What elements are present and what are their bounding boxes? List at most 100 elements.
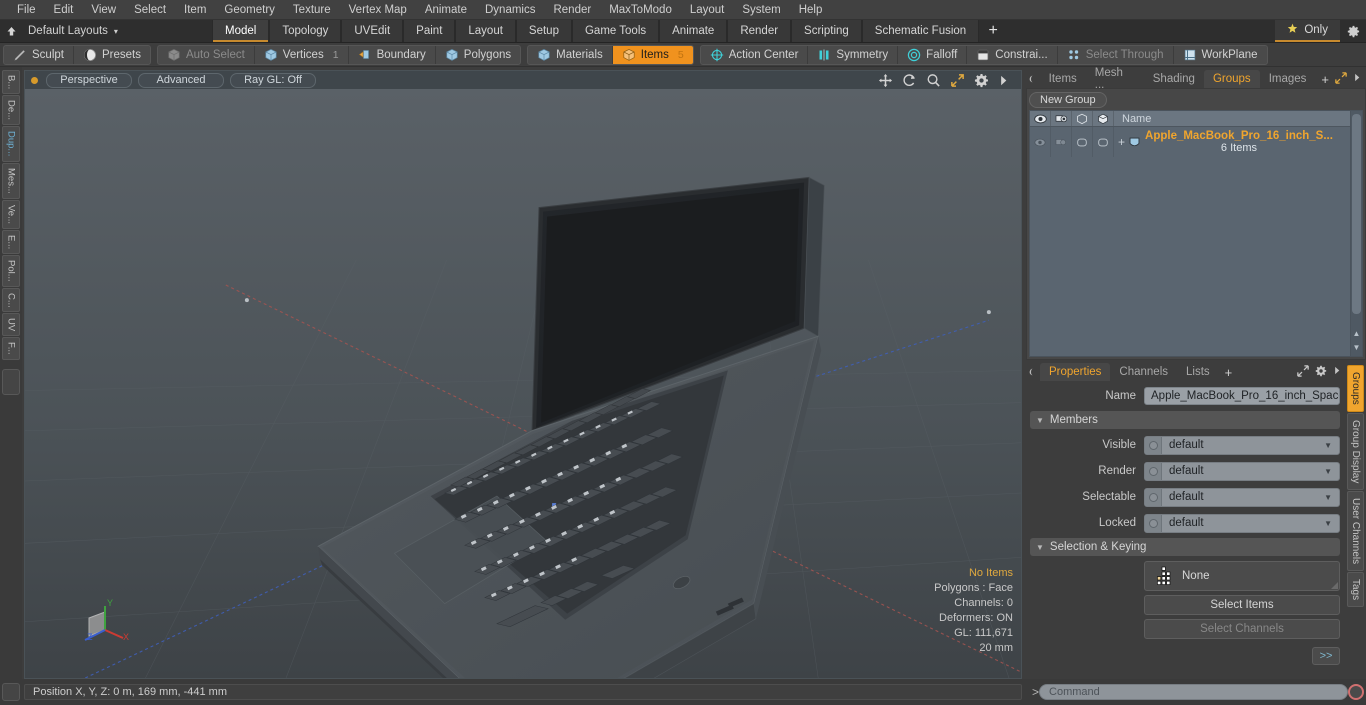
presets-button[interactable]: Presets — [74, 46, 150, 64]
menu-item-file[interactable]: File — [8, 0, 45, 20]
eye-icon[interactable] — [1030, 111, 1051, 126]
items-button[interactable]: Items 5 — [612, 45, 693, 64]
side-tab-groups[interactable]: Groups — [1347, 365, 1364, 412]
vertices-button[interactable]: Vertices 1 — [255, 45, 349, 64]
tab-setup[interactable]: Setup — [515, 20, 572, 42]
constraint-button[interactable]: Constrai... — [967, 45, 1058, 64]
tab-animate[interactable]: Animate — [659, 20, 728, 42]
left-tab-curve[interactable]: C... — [2, 287, 20, 313]
viewport-projection-dropdown[interactable]: Perspective — [46, 72, 132, 88]
name-input[interactable]: Apple_MacBook_Pro_16_inch_Space_ — [1144, 387, 1340, 405]
maximize-icon[interactable] — [1335, 71, 1347, 87]
row-eye-toggle[interactable] — [1030, 127, 1051, 157]
left-tab-edge[interactable]: E... — [2, 229, 20, 254]
row-locked-toggle[interactable] — [1093, 127, 1114, 157]
viewport-3d[interactable]: Y X Z No Items Polygons : Face Channels:… — [24, 89, 1022, 679]
chevron-right-icon[interactable] — [1353, 72, 1361, 86]
selectable-dropdown[interactable]: default ▼ — [1144, 487, 1340, 507]
arrow-right-icon[interactable] — [998, 73, 1013, 88]
add-tab-button[interactable]: + — [979, 20, 1008, 42]
gear-icon[interactable] — [1340, 20, 1366, 42]
tab-topology[interactable]: Topology — [269, 20, 342, 42]
symmetry-button[interactable]: Symmetry — [808, 45, 899, 64]
tab-shading[interactable]: Shading — [1143, 70, 1204, 88]
action-center-button[interactable]: Action Center — [701, 45, 809, 64]
tab-items[interactable]: Items — [1039, 70, 1086, 88]
visible-dropdown[interactable]: default ▼ — [1144, 435, 1340, 455]
materials-button[interactable]: Materials — [528, 45, 613, 64]
selection-set-dropdown[interactable]: None — [1144, 561, 1340, 591]
scroll-down-icon[interactable]: ▼ — [1351, 343, 1362, 352]
left-tab-mesh[interactable]: Mes... — [2, 162, 20, 199]
boundary-button[interactable]: Boundary — [349, 45, 436, 64]
selectable-knob-icon[interactable] — [1145, 488, 1162, 506]
home-icon[interactable] — [0, 20, 22, 42]
move-icon[interactable] — [878, 73, 893, 88]
menu-item-maxtomodo[interactable]: MaxToModo — [600, 0, 681, 20]
viewport-shading-dropdown[interactable]: Advanced — [138, 72, 224, 88]
add-panel-tab-button[interactable]: + — [1315, 70, 1335, 88]
side-tab-group-display[interactable]: Group Display — [1347, 412, 1364, 491]
maximize-icon[interactable] — [1297, 364, 1309, 380]
tab-images[interactable]: Images — [1259, 70, 1316, 88]
add-properties-tab-button[interactable]: + — [1219, 363, 1239, 381]
menu-item-vertex-map[interactable]: Vertex Map — [340, 0, 416, 20]
menu-item-edit[interactable]: Edit — [45, 0, 83, 20]
chevron-right-icon[interactable] — [1333, 365, 1341, 379]
tab-layout[interactable]: Layout — [455, 20, 516, 42]
menu-item-geometry[interactable]: Geometry — [215, 0, 284, 20]
selection-keying-section-header[interactable]: ▼ Selection & Keying — [1030, 538, 1340, 556]
render-knob-icon[interactable] — [1145, 462, 1162, 480]
auto-select-button[interactable]: Auto Select — [158, 45, 255, 64]
tab-mesh[interactable]: Mesh ... — [1085, 67, 1144, 91]
menu-item-render[interactable]: Render — [544, 0, 600, 20]
menu-item-layout[interactable]: Layout — [681, 0, 734, 20]
tab-scripting[interactable]: Scripting — [791, 20, 862, 42]
menu-item-help[interactable]: Help — [790, 0, 832, 20]
menu-item-select[interactable]: Select — [125, 0, 175, 20]
row-render-toggle[interactable] — [1051, 127, 1072, 157]
left-tab-basic[interactable]: B... — [2, 70, 20, 95]
groups-tree-scrollbar[interactable]: ▲ ▼ — [1350, 111, 1362, 356]
select-through-button[interactable]: Select Through — [1058, 45, 1174, 64]
left-tab-deform[interactable]: De... — [2, 95, 20, 126]
menu-item-texture[interactable]: Texture — [284, 0, 340, 20]
new-group-button[interactable]: New Group — [1029, 91, 1107, 108]
tab-properties[interactable]: Properties — [1040, 363, 1111, 381]
rotate-icon[interactable] — [902, 73, 917, 88]
groups-tree[interactable]: Name + Apple_MacBook_Pro_16_inch_S... 6 … — [1029, 110, 1363, 357]
properties-menu-dot-icon[interactable] — [1026, 363, 1040, 381]
cube-solid-icon[interactable] — [1093, 111, 1114, 126]
command-input[interactable]: Command — [1039, 684, 1348, 700]
only-toggle-button[interactable]: Only — [1275, 20, 1340, 42]
left-tab-polygon[interactable]: Pol... — [2, 254, 20, 287]
tab-groups[interactable]: Groups — [1203, 70, 1260, 88]
render-icon[interactable] — [1051, 111, 1072, 126]
cube-outline-icon[interactable] — [1072, 111, 1093, 126]
members-section-header[interactable]: ▼ Members — [1030, 411, 1340, 429]
zoom-icon[interactable] — [926, 73, 941, 88]
side-tab-tags[interactable]: Tags — [1347, 572, 1364, 608]
menu-item-view[interactable]: View — [82, 0, 125, 20]
scrollbar-thumb[interactable] — [1352, 114, 1361, 314]
gear-icon[interactable] — [974, 73, 989, 88]
falloff-button[interactable]: Falloff — [898, 45, 968, 64]
fit-icon[interactable] — [950, 73, 965, 88]
left-tab-vertex[interactable]: Ve... — [2, 199, 20, 229]
left-tab-duplicate[interactable]: Dup... — [2, 126, 20, 162]
menu-item-item[interactable]: Item — [175, 0, 215, 20]
left-tab-fur[interactable]: F... — [2, 337, 20, 361]
expand-properties-button[interactable]: >> — [1312, 647, 1340, 665]
side-tab-user-channels[interactable]: User Channels — [1347, 491, 1364, 572]
locked-dropdown[interactable]: default ▼ — [1144, 513, 1340, 533]
default-layouts-dropdown[interactable]: Default Layouts ▾ — [22, 20, 212, 42]
left-tab-uv[interactable]: UV — [2, 313, 20, 337]
tab-lists[interactable]: Lists — [1177, 363, 1219, 381]
panel-menu-dot-icon[interactable] — [1026, 70, 1040, 88]
left-tab-extra[interactable] — [2, 369, 20, 396]
viewport-menu-dot-icon[interactable] — [31, 76, 38, 84]
row-content[interactable]: + Apple_MacBook_Pro_16_inch_S... 6 Items — [1114, 127, 1350, 157]
locked-knob-icon[interactable] — [1145, 514, 1162, 532]
viewport-raygl-dropdown[interactable]: Ray GL: Off — [230, 72, 316, 88]
tab-model[interactable]: Model — [212, 20, 270, 42]
